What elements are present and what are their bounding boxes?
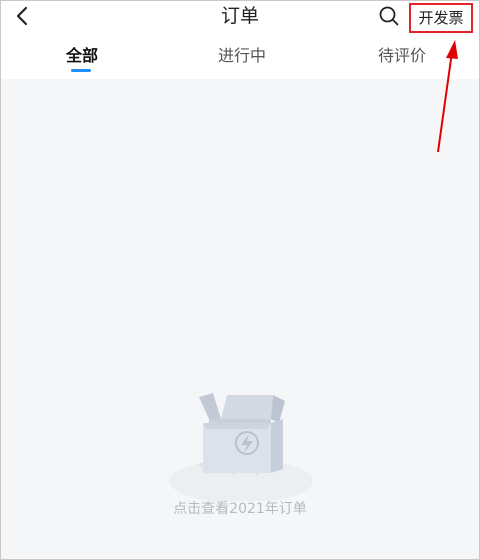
tab-to-review[interactable]: 待评价	[378, 45, 426, 67]
view-2021-orders-link[interactable]: 点击查看2021年订单	[1, 499, 479, 519]
tab-all[interactable]: 全部	[66, 45, 98, 67]
search-icon[interactable]	[378, 5, 400, 27]
invoice-button[interactable]: 开发票	[409, 3, 473, 33]
page-title: 订单	[220, 5, 259, 27]
tab-indicator	[71, 69, 91, 72]
tab-in-progress[interactable]: 进行中	[218, 45, 266, 67]
empty-box-icon	[169, 393, 313, 501]
header: 订单 开发票 全部 进行中 待评价	[1, 1, 479, 79]
app-frame: 订单 开发票 全部 进行中 待评价 点击查看2021年订单	[0, 0, 480, 560]
